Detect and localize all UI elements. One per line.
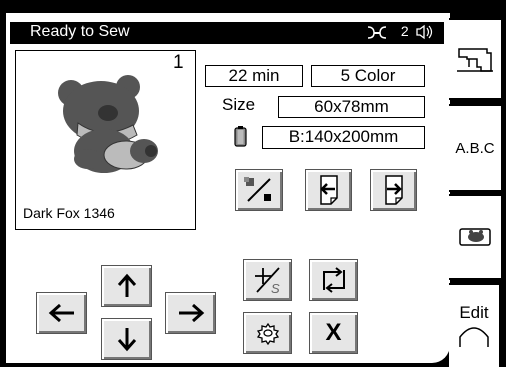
rotate-button[interactable]	[309, 259, 358, 301]
tab-edit-label: Edit	[459, 303, 489, 322]
sew-time: 22 min	[205, 65, 303, 87]
gear-icon	[256, 322, 279, 345]
arrow-right-page-icon	[384, 175, 403, 205]
hoop-size: B:140x200mm	[262, 126, 425, 149]
size-label: Size	[222, 95, 256, 114]
speaker-icon	[415, 24, 432, 40]
tab-abc[interactable]: A.B.C	[449, 104, 503, 192]
trace-button[interactable]	[235, 169, 283, 211]
tab-sewing[interactable]	[449, 18, 503, 100]
pattern-preview: 1 Dark Fox 1346	[15, 50, 196, 230]
move-left-button[interactable]	[36, 292, 87, 334]
move-right-button[interactable]	[165, 292, 216, 334]
fox-embroidery-image	[58, 75, 158, 173]
arrow-up-icon	[117, 273, 136, 297]
status-bar: Ready to Sew 2	[10, 22, 444, 44]
next-page-button[interactable]	[370, 169, 417, 211]
arrow-right-icon	[178, 303, 204, 323]
pattern-number: 1	[173, 52, 184, 73]
status-text: Ready to Sew	[30, 23, 130, 40]
rotate-icon	[322, 267, 345, 293]
previous-page-button[interactable]	[305, 169, 352, 211]
status-icons: 2	[366, 23, 433, 40]
size-value: 60x78mm	[278, 96, 425, 118]
hoop-icon	[234, 126, 247, 147]
arrow-left-icon	[48, 303, 74, 323]
presser-foot-icon	[367, 26, 387, 39]
center-needle-button[interactable]: S	[243, 259, 292, 301]
close-button[interactable]: X	[309, 312, 358, 354]
sewing-machine-icon	[457, 48, 493, 72]
tab-embroidery[interactable]	[449, 194, 503, 280]
arrow-left-page-icon	[319, 175, 338, 205]
center-needle-icon: S	[254, 267, 280, 296]
arrow-down-icon	[117, 328, 136, 352]
trace-icon	[244, 177, 271, 202]
pattern-name: Dark Fox 1346	[23, 205, 115, 221]
indicator-number: 2	[400, 23, 410, 39]
svg-text:S: S	[271, 281, 280, 296]
move-up-button[interactable]	[101, 265, 152, 307]
tab-edit[interactable]: Edit	[449, 283, 501, 367]
move-down-button[interactable]	[101, 318, 152, 360]
tab-edit-arch	[459, 327, 489, 347]
color-count: 5 Color	[311, 65, 425, 87]
settings-button[interactable]	[243, 312, 292, 354]
hoop-pattern-icon	[459, 228, 491, 246]
